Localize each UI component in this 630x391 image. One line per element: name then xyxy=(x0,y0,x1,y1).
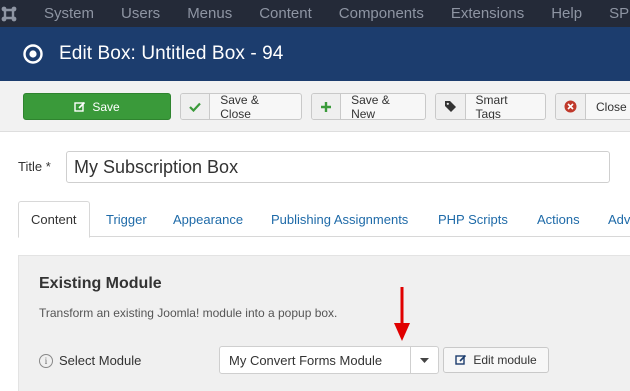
menu-extensions[interactable]: Extensions xyxy=(451,5,524,22)
menu-components[interactable]: Components xyxy=(339,5,424,22)
select-module-label: Select Module xyxy=(59,353,142,368)
toolbar: Save Save & Close Save & New Smart Tags … xyxy=(0,81,630,132)
tab-actions[interactable]: Actions xyxy=(537,201,580,237)
tab-trigger[interactable]: Trigger xyxy=(106,201,147,237)
tab-publishing-assignments[interactable]: Publishing Assignments xyxy=(271,201,408,237)
save-new-button[interactable]: Save & New xyxy=(311,93,426,120)
tab-content[interactable]: Content xyxy=(18,201,90,238)
edit-icon xyxy=(74,101,86,112)
tag-icon xyxy=(436,94,466,119)
menu-system[interactable]: System xyxy=(44,5,94,22)
close-circle-icon xyxy=(556,94,586,119)
edit-module-label: Edit module xyxy=(473,353,537,367)
module-select[interactable]: My Convert Forms Module xyxy=(219,346,439,374)
save-new-label: Save & New xyxy=(351,93,390,120)
edit-icon xyxy=(455,354,467,365)
caret-down-icon[interactable] xyxy=(410,347,438,373)
smart-tags-label: Smart Tags xyxy=(475,93,508,120)
target-icon xyxy=(23,44,43,64)
panel-description: Transform an existing Joomla! module int… xyxy=(39,306,338,320)
tab-bar: Content Trigger Appearance Publishing As… xyxy=(18,201,630,238)
menu-sp-page-builder[interactable]: SP Pa xyxy=(609,5,630,22)
module-select-value: My Convert Forms Module xyxy=(229,352,383,368)
save-close-label: Save & Close xyxy=(220,93,259,120)
red-arrow-annotation xyxy=(394,287,410,341)
panel-title: Existing Module xyxy=(39,275,162,292)
page-header: Edit Box: Untitled Box - 94 xyxy=(0,27,630,81)
info-icon[interactable]: i xyxy=(39,354,53,368)
plus-icon xyxy=(312,94,342,119)
close-button[interactable]: Close xyxy=(555,93,630,120)
tab-php-scripts[interactable]: PHP Scripts xyxy=(438,201,508,237)
tab-advanced[interactable]: Adv xyxy=(608,201,630,237)
page-title: Edit Box: Untitled Box - 94 xyxy=(59,43,284,64)
title-input[interactable] xyxy=(66,151,610,183)
close-label: Close xyxy=(596,99,627,114)
save-button-label: Save xyxy=(92,99,120,114)
title-field-label: Title * xyxy=(18,159,51,174)
smart-tags-button[interactable]: Smart Tags xyxy=(435,93,546,120)
existing-module-panel: Existing Module Transform an existing Jo… xyxy=(18,255,630,391)
save-button[interactable]: Save xyxy=(23,93,171,120)
save-close-button[interactable]: Save & Close xyxy=(180,93,302,120)
check-icon xyxy=(181,94,211,119)
joomla-logo-icon[interactable] xyxy=(0,0,18,27)
top-menu-bar: System Users Menus Content Components Ex… xyxy=(0,0,630,27)
edit-module-button[interactable]: Edit module xyxy=(443,347,549,373)
menu-content[interactable]: Content xyxy=(259,5,312,22)
menu-help[interactable]: Help xyxy=(551,5,582,22)
menu-menus[interactable]: Menus xyxy=(187,5,232,22)
menu-users[interactable]: Users xyxy=(121,5,160,22)
tab-appearance[interactable]: Appearance xyxy=(173,201,243,237)
